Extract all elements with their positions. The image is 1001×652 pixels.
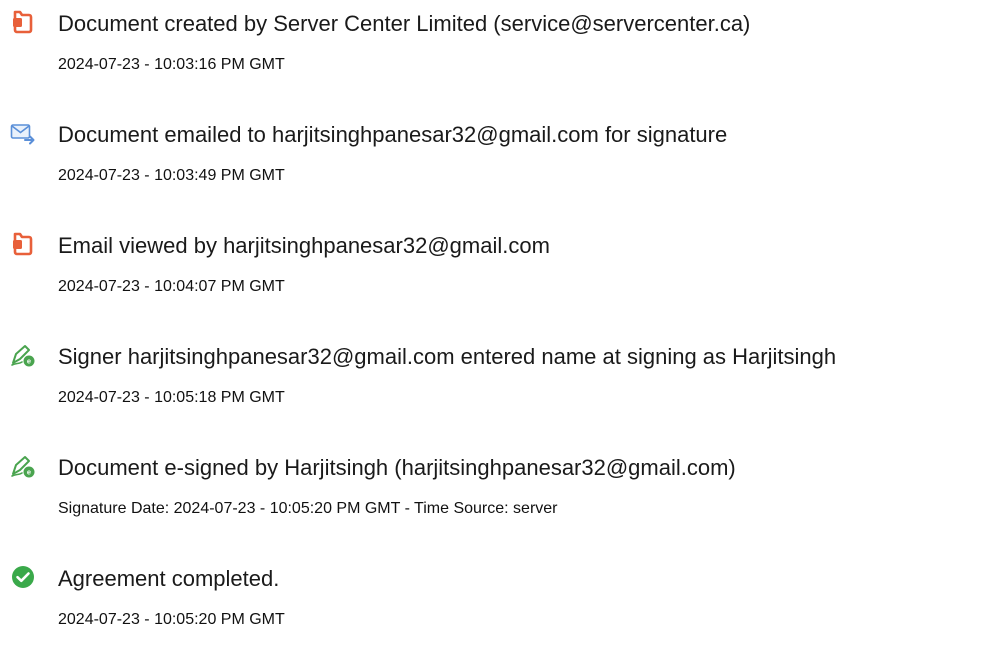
audit-event-document-emailed: Document emailed to harjitsinghpanesar32…	[0, 111, 1001, 201]
audit-event-document-esigned: e Document e-signed by Harjitsingh (harj…	[0, 444, 1001, 534]
event-title: Agreement completed.	[58, 566, 280, 591]
event-signature-details: Signature Date: 2024-07-23 - 10:05:20 PM…	[58, 500, 558, 517]
audit-event-document-created: Document created by Server Center Limite…	[0, 0, 1001, 90]
event-timestamp: 2024-07-23 - 10:03:49 PM GMT	[58, 167, 285, 184]
audit-event-name-entered: e Signer harjitsinghpanesar32@gmail.com …	[0, 333, 1001, 423]
event-title: Document created by Server Center Limite…	[58, 11, 751, 36]
document-icon	[10, 231, 36, 257]
audit-event-email-viewed: Email viewed by harjitsinghpanesar32@gma…	[0, 222, 1001, 312]
e-signature-icon: e	[10, 342, 36, 368]
document-icon	[10, 9, 36, 35]
event-title: Email viewed by harjitsinghpanesar32@gma…	[58, 233, 550, 258]
event-title: Document emailed to harjitsinghpanesar32…	[58, 122, 728, 147]
event-timestamp: 2024-07-23 - 10:05:18 PM GMT	[58, 389, 285, 406]
svg-text:e: e	[27, 468, 31, 477]
e-signature-icon: e	[10, 453, 36, 479]
event-timestamp: 2024-07-23 - 10:04:07 PM GMT	[58, 278, 285, 295]
event-title: Signer harjitsinghpanesar32@gmail.com en…	[58, 344, 837, 369]
event-timestamp: 2024-07-23 - 10:03:16 PM GMT	[58, 56, 285, 73]
svg-text:e: e	[27, 357, 31, 366]
event-timestamp: 2024-07-23 - 10:05:20 PM GMT	[58, 611, 285, 628]
event-title: Document e-signed by Harjitsingh (harjit…	[58, 455, 736, 480]
audit-event-agreement-completed: Agreement completed. 2024-07-23 - 10:05:…	[0, 555, 1001, 645]
checkmark-circle-icon	[10, 564, 36, 590]
email-sent-icon	[10, 120, 36, 146]
